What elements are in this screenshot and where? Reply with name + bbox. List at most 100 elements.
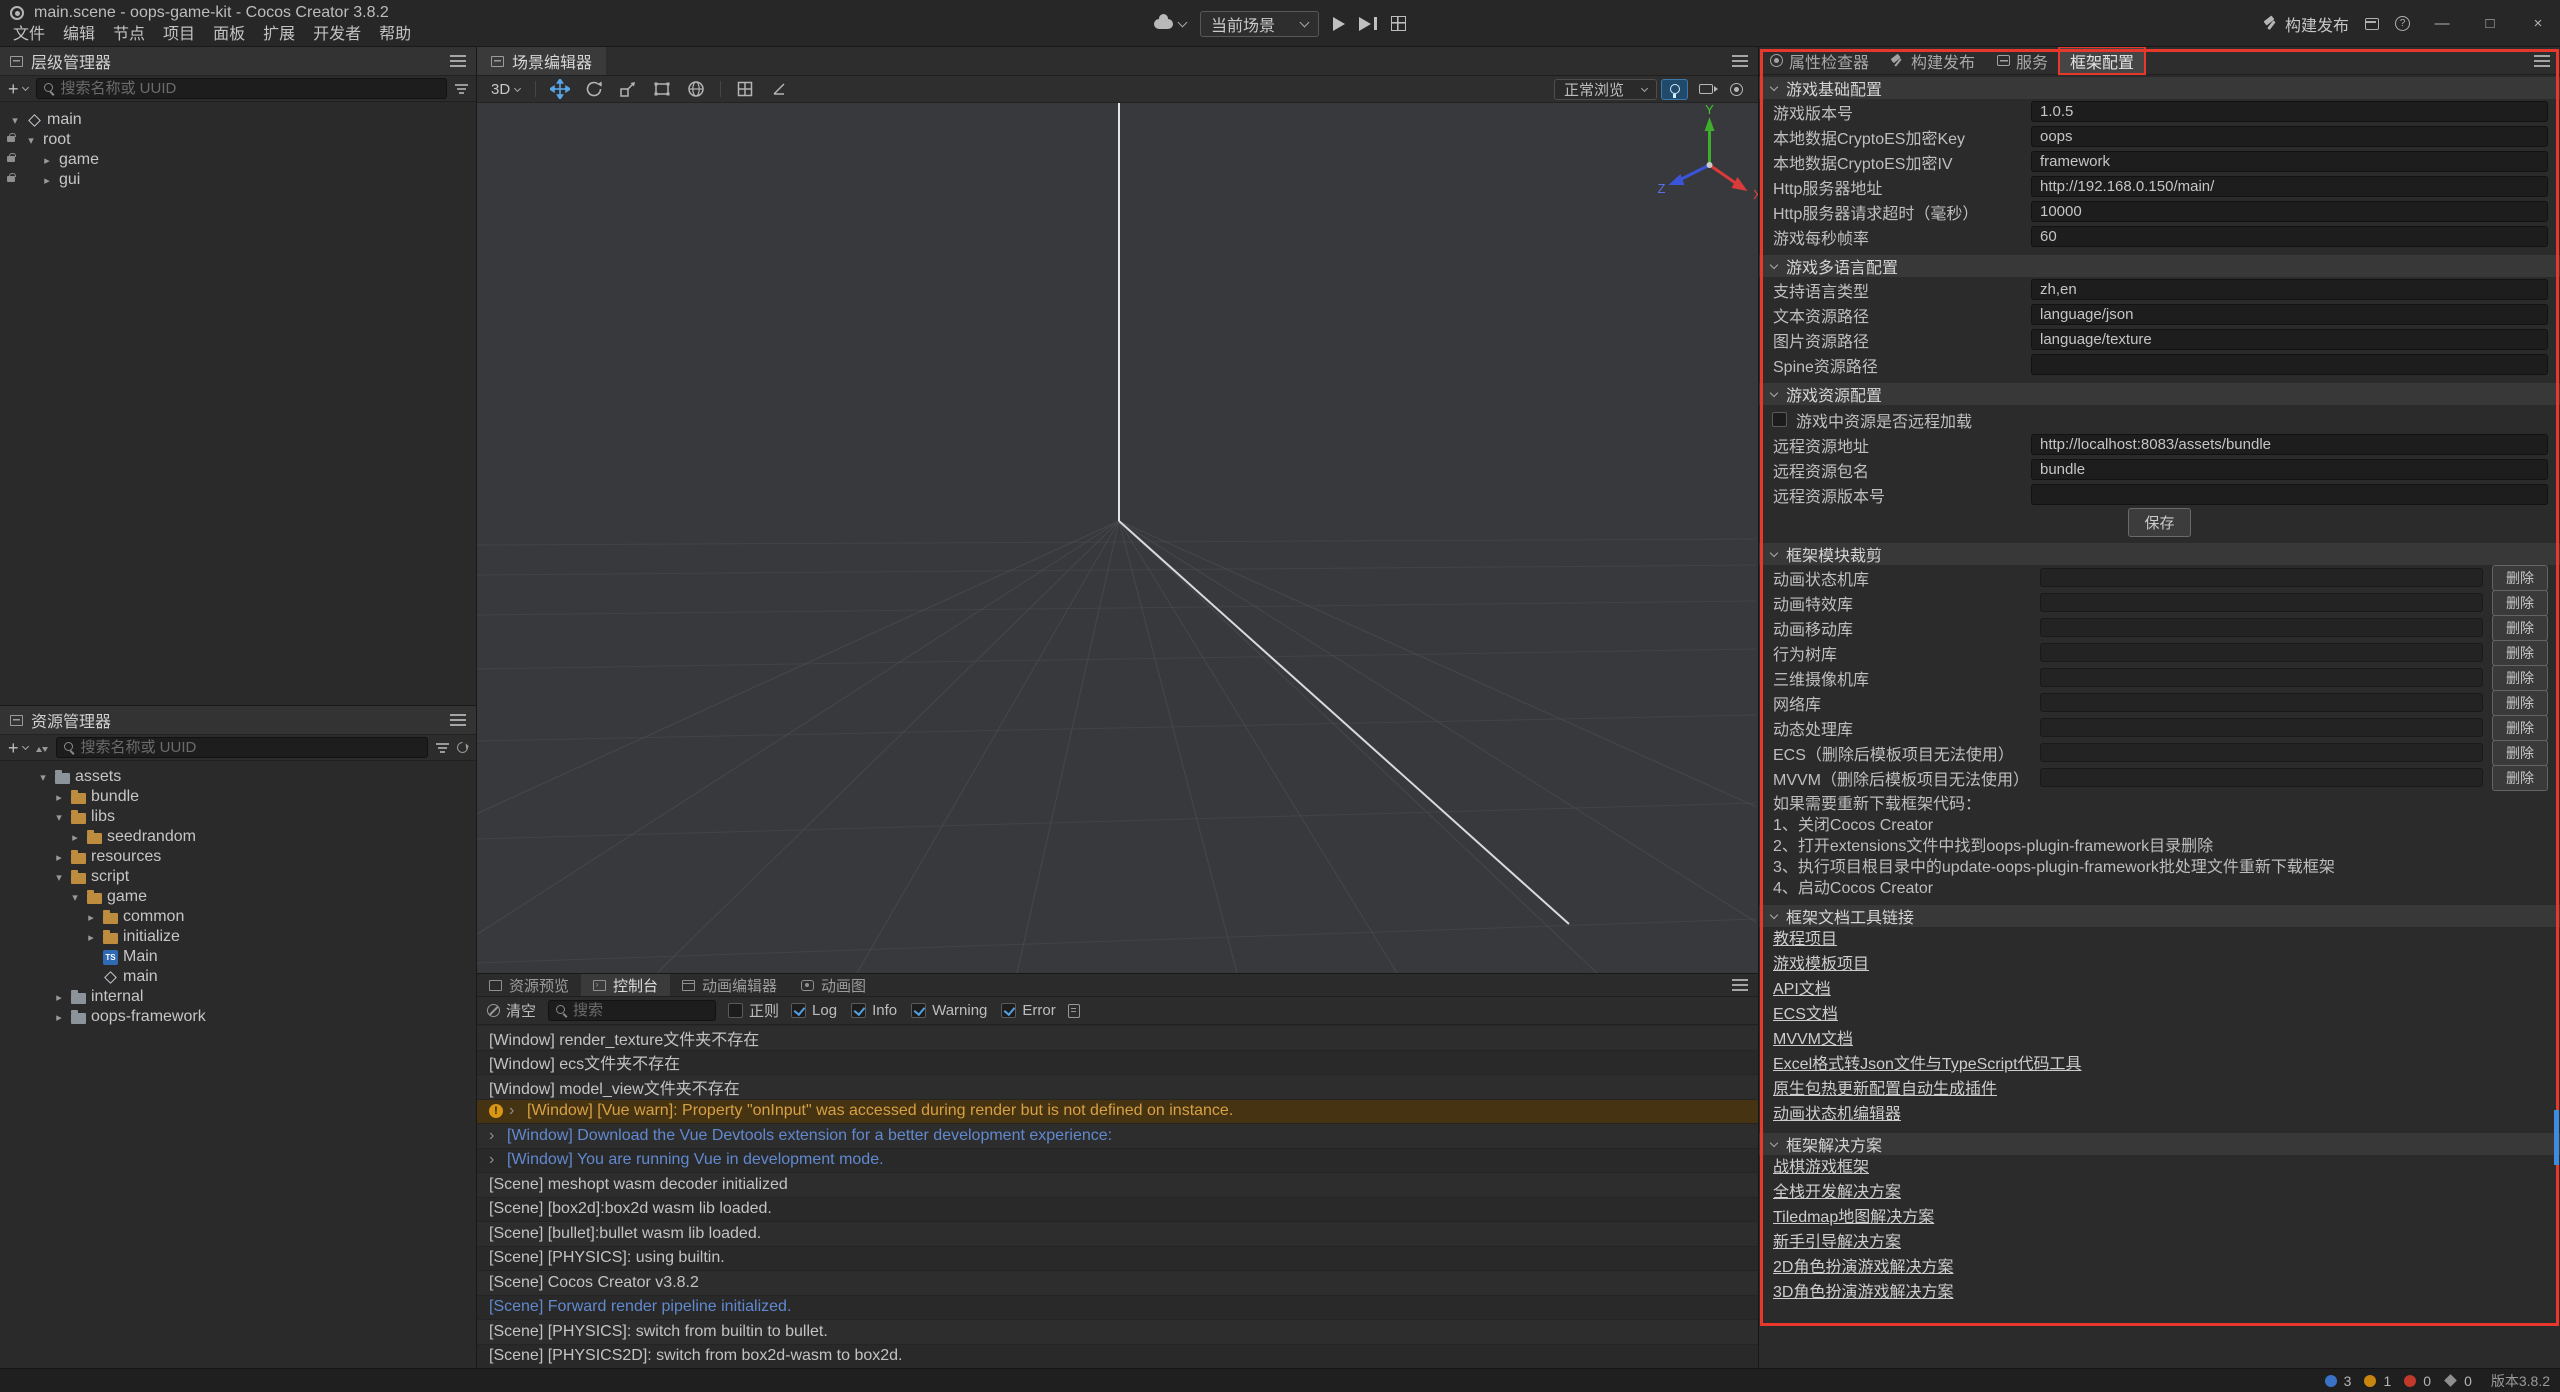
- console-tab[interactable]: 动画编辑器: [670, 974, 789, 996]
- sort-icon[interactable]: [36, 742, 48, 754]
- expand-arrow-icon[interactable]: ›: [489, 1151, 501, 1169]
- delete-button[interactable]: 删除: [2492, 615, 2548, 641]
- asset-node[interactable]: ▸ resources: [0, 847, 476, 867]
- menu-item[interactable]: 开发者: [304, 24, 370, 46]
- rect-tool-button[interactable]: [647, 78, 677, 101]
- panel-menu-icon[interactable]: [1732, 979, 1748, 991]
- console-tab[interactable]: 动画图: [789, 974, 878, 996]
- expand-arrow-icon[interactable]: ›: [509, 1102, 521, 1120]
- panel-menu-icon[interactable]: [450, 55, 466, 67]
- assets-search-input[interactable]: [81, 739, 420, 756]
- property-input[interactable]: [2031, 304, 2548, 325]
- axis-gizmo[interactable]: Y X Z: [1620, 105, 1740, 225]
- hierarchy-node[interactable]: ▾ root: [0, 130, 476, 150]
- asset-node[interactable]: ▸ initialize: [0, 927, 476, 947]
- projection-toggle-button[interactable]: 3D: [485, 81, 526, 98]
- layout-button[interactable]: [1391, 16, 1406, 31]
- asset-node[interactable]: ▸ oops-framework: [0, 1007, 476, 1027]
- expand-arrow-icon[interactable]: ▸: [40, 154, 54, 167]
- asset-node[interactable]: ▾ script: [0, 867, 476, 887]
- property-input[interactable]: [2031, 226, 2548, 247]
- expand-arrow-icon[interactable]: ▸: [84, 931, 98, 944]
- log-row[interactable]: ! › [Window] model_view文件夹不存在: [477, 1075, 1758, 1100]
- transform-space-button[interactable]: [681, 78, 711, 101]
- asset-node[interactable]: ▸ internal: [0, 987, 476, 1007]
- doc-link[interactable]: 原生包热更新配置自动生成插件: [1773, 1077, 1997, 1102]
- menu-item[interactable]: 帮助: [370, 24, 420, 46]
- inspector-tab[interactable]: 构建发布: [1880, 47, 1986, 74]
- warning-count-icon[interactable]: [2364, 1375, 2376, 1387]
- log-row[interactable]: ! › [Scene] [box2d]:box2d wasm lib loade…: [477, 1198, 1758, 1223]
- expand-arrow-icon[interactable]: ▸: [40, 174, 54, 187]
- filter-icon[interactable]: [436, 742, 449, 754]
- info-count-icon[interactable]: [2325, 1375, 2337, 1387]
- property-input[interactable]: [2031, 176, 2548, 197]
- menu-item[interactable]: 项目: [154, 24, 204, 46]
- remote-load-checkbox[interactable]: [1772, 412, 1787, 427]
- filter-checkbox[interactable]: [791, 1003, 806, 1018]
- expand-arrow-icon[interactable]: ▾: [24, 134, 38, 147]
- delete-button[interactable]: 删除: [2492, 590, 2548, 616]
- expand-arrow-icon[interactable]: ▸: [68, 831, 82, 844]
- device-select-button[interactable]: [1154, 19, 1186, 29]
- scene-light-toggle[interactable]: [1661, 79, 1688, 100]
- log-filter[interactable]: Error: [1001, 1002, 1055, 1019]
- angle-snap-button[interactable]: [764, 78, 794, 101]
- menu-item[interactable]: 面板: [204, 24, 254, 46]
- property-input[interactable]: [2031, 101, 2548, 122]
- minimize-button[interactable]: —: [2426, 10, 2458, 38]
- hierarchy-search[interactable]: [36, 78, 447, 99]
- panel-menu-icon[interactable]: [2534, 55, 2550, 67]
- section-header-docs[interactable]: 框架文档工具链接: [1759, 905, 2560, 927]
- scene-settings-button[interactable]: [1723, 79, 1750, 100]
- log-row[interactable]: ! › [Window] render_texture文件夹不存在: [477, 1026, 1758, 1051]
- menu-item[interactable]: 扩展: [254, 24, 304, 46]
- delete-button[interactable]: 删除: [2492, 715, 2548, 741]
- play-button[interactable]: [1333, 17, 1345, 31]
- expand-arrow-icon[interactable]: ▾: [36, 771, 50, 784]
- doc-link[interactable]: 教程项目: [1773, 927, 1837, 952]
- log-filter[interactable]: Warning: [911, 1002, 987, 1019]
- hierarchy-node[interactable]: ▸ gui: [0, 170, 476, 190]
- panel-menu-icon[interactable]: [450, 714, 466, 726]
- menu-item[interactable]: 文件: [4, 24, 54, 46]
- asset-node[interactable]: ▸ common: [0, 907, 476, 927]
- solution-link[interactable]: 3D角色扮演游戏解决方案: [1773, 1280, 1953, 1305]
- log-row[interactable]: ! › [Window] Download the Vue Devtools e…: [477, 1124, 1758, 1149]
- asset-node[interactable]: ▸ bundle: [0, 787, 476, 807]
- doc-link[interactable]: API文档: [1773, 977, 1831, 1002]
- expand-arrow-icon[interactable]: ▸: [84, 911, 98, 924]
- scale-tool-button[interactable]: [613, 78, 643, 101]
- clear-console-button[interactable]: 清空: [487, 1000, 536, 1021]
- package-icon[interactable]: [2365, 18, 2379, 30]
- delete-button[interactable]: 删除: [2492, 690, 2548, 716]
- expand-arrow-icon[interactable]: ▾: [68, 891, 82, 904]
- solution-link[interactable]: 新手引导解决方案: [1773, 1230, 1901, 1255]
- panel-menu-icon[interactable]: [1732, 55, 1748, 67]
- console-tab[interactable]: 控制台: [581, 974, 670, 996]
- section-header-basic[interactable]: 游戏基础配置: [1759, 77, 2560, 99]
- step-button[interactable]: [1359, 17, 1377, 31]
- create-asset-button[interactable]: +: [8, 739, 28, 757]
- asset-node[interactable]: main: [0, 967, 476, 987]
- log-row[interactable]: ! › [Scene] Cocos Creator v3.8.2: [477, 1271, 1758, 1296]
- log-filter[interactable]: Log: [791, 1002, 837, 1019]
- inspector-tab[interactable]: 属性检查器: [1759, 47, 1880, 74]
- build-publish-button[interactable]: 构建发布: [2263, 12, 2349, 36]
- export-log-icon[interactable]: [1068, 1004, 1080, 1018]
- filter-icon[interactable]: [455, 83, 468, 95]
- section-header-modules[interactable]: 框架模块裁剪: [1759, 543, 2560, 565]
- expand-arrow-icon[interactable]: ▾: [52, 811, 66, 824]
- asset-node[interactable]: ▸ seedrandom: [0, 827, 476, 847]
- asset-node[interactable]: Main: [0, 947, 476, 967]
- delete-button[interactable]: 删除: [2492, 565, 2548, 591]
- delete-button[interactable]: 删除: [2492, 640, 2548, 666]
- doc-link[interactable]: ECS文档: [1773, 1002, 1838, 1027]
- help-icon[interactable]: ?: [2395, 16, 2410, 31]
- console-tab[interactable]: 资源预览: [477, 974, 581, 996]
- filter-checkbox[interactable]: [1001, 1003, 1016, 1018]
- property-input[interactable]: [2031, 459, 2548, 480]
- log-row[interactable]: ! › [Scene] [PHYSICS]: using builtin.: [477, 1247, 1758, 1272]
- delete-button[interactable]: 删除: [2492, 740, 2548, 766]
- grid-snap-button[interactable]: [730, 78, 760, 101]
